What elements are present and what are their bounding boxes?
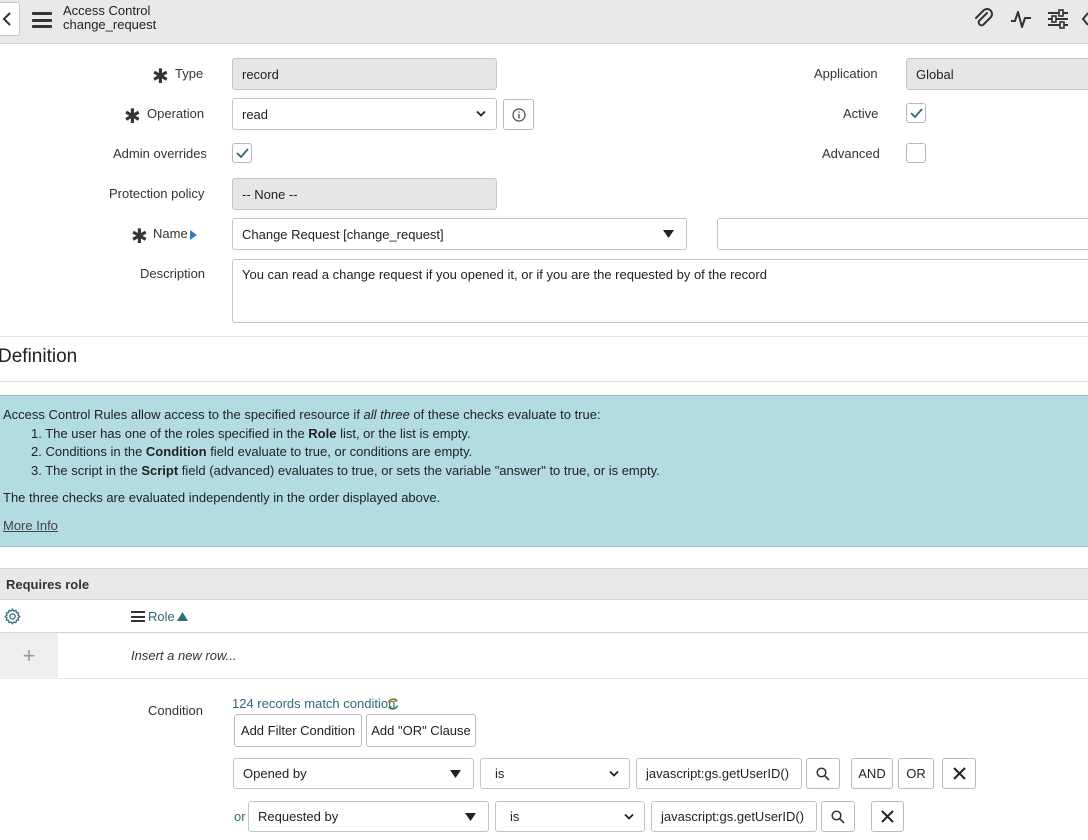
advanced-label: Advanced — [822, 146, 880, 161]
required-marker-icon: ✱ — [152, 66, 169, 88]
info-item: 1. The user has one of the roles specifi… — [31, 426, 471, 441]
name-field-input[interactable] — [717, 218, 1088, 250]
back-button[interactable] — [0, 2, 20, 36]
or-prefix-label: or — [234, 809, 246, 824]
checkmark-icon — [909, 108, 923, 118]
chevron-down-icon — [609, 770, 619, 777]
page-subtitle: change_request — [63, 17, 157, 32]
admin-overrides-label: Admin overrides — [113, 146, 207, 161]
condition-operator-select[interactable]: is — [480, 758, 630, 789]
required-marker-icon: ✱ — [124, 106, 141, 128]
back-icon — [2, 12, 11, 26]
info-item: 2. Conditions in the Condition field eva… — [31, 444, 473, 459]
role-column-header[interactable]: Role — [148, 609, 175, 624]
name-value: Change Request [change_request] — [242, 226, 444, 242]
checkmark-icon — [235, 148, 249, 158]
add-filter-condition-button[interactable]: Add Filter Condition — [234, 714, 362, 747]
protection-policy-label: Protection policy — [109, 186, 205, 201]
operation-value: read — [242, 106, 269, 122]
info-icon — [511, 107, 526, 122]
condition-field-value: Opened by — [243, 766, 307, 781]
page-title: Access Control — [63, 3, 151, 18]
close-icon — [952, 767, 966, 780]
condition-value-input[interactable]: javascript:gs.getUserID() — [651, 801, 817, 832]
chevron-down-icon — [476, 110, 486, 117]
more-icon[interactable] — [1080, 8, 1088, 30]
requires-role-header: Requires role — [0, 568, 1088, 600]
type-label: Type — [175, 66, 204, 81]
admin-overrides-checkbox[interactable] — [232, 143, 252, 163]
records-match-link[interactable]: 124 records match condition — [232, 696, 395, 711]
lookup-button[interactable] — [806, 758, 840, 789]
search-icon — [816, 766, 830, 781]
condition-operator-value: is — [495, 766, 505, 781]
plus-icon[interactable]: + — [0, 633, 58, 679]
more-info-link[interactable]: More Info — [3, 518, 58, 533]
protection-policy-field[interactable]: -- None -- — [232, 178, 497, 210]
remove-condition-button[interactable] — [871, 801, 904, 832]
insert-row-placeholder[interactable]: Insert a new row... — [131, 648, 237, 663]
application-field[interactable]: Global — [906, 58, 1088, 90]
name-select[interactable]: Change Request [change_request] — [232, 218, 687, 250]
lookup-button[interactable] — [821, 801, 855, 832]
search-icon — [831, 809, 845, 824]
activity-icon[interactable] — [1009, 8, 1033, 30]
info-item: 3. The script in the Script field (advan… — [31, 463, 660, 478]
sort-ascending-icon[interactable] — [177, 612, 188, 621]
description-textarea[interactable]: You can read a change request if you ope… — [232, 259, 1088, 323]
advanced-checkbox[interactable] — [906, 143, 926, 163]
info-button[interactable] — [503, 99, 534, 130]
name-label: Name — [153, 226, 188, 241]
caret-right-icon[interactable] — [190, 230, 197, 240]
form-header: Access Control change_request — [0, 0, 1088, 44]
condition-field-select[interactable]: Opened by — [233, 758, 474, 789]
condition-value-input[interactable]: javascript:gs.getUserID() — [636, 758, 802, 789]
and-button[interactable]: AND — [851, 758, 893, 789]
active-checkbox[interactable] — [906, 103, 926, 123]
operation-label: Operation — [147, 106, 205, 121]
chevron-down-icon — [624, 813, 634, 820]
add-or-clause-button[interactable]: Add "OR" Clause — [366, 714, 476, 747]
attachment-icon[interactable] — [972, 8, 996, 30]
info-intro: Access Control Rules allow access to the… — [3, 407, 601, 422]
or-button[interactable]: OR — [898, 758, 934, 789]
close-icon — [881, 810, 894, 823]
caret-down-icon — [465, 812, 476, 821]
remove-condition-button[interactable] — [942, 758, 976, 789]
info-footer: The three checks are evaluated independe… — [3, 490, 441, 505]
caret-down-icon — [663, 230, 674, 238]
condition-label: Condition — [148, 703, 203, 718]
condition-field-select[interactable]: Requested by — [248, 801, 489, 832]
divider — [0, 381, 1088, 382]
description-label: Description — [140, 266, 206, 281]
condition-operator-value: is — [510, 809, 520, 824]
active-label: Active — [843, 106, 879, 121]
role-list-header: Role — [0, 600, 1088, 633]
menu-icon[interactable] — [32, 12, 52, 28]
application-label: Application — [814, 66, 878, 81]
gear-icon[interactable] — [4, 608, 21, 625]
column-menu-icon[interactable] — [131, 611, 145, 622]
condition-operator-select[interactable]: is — [495, 801, 645, 832]
operation-select[interactable]: read — [232, 98, 497, 130]
condition-field-value: Requested by — [258, 809, 339, 824]
settings-sliders-icon[interactable] — [1046, 8, 1070, 30]
required-marker-icon: ✱ — [131, 226, 148, 248]
definition-title: Definition — [0, 346, 78, 367]
caret-down-icon — [450, 769, 461, 778]
type-field[interactable]: record — [232, 58, 497, 90]
info-message-box: Access Control Rules allow access to the… — [0, 395, 1088, 547]
refresh-icon[interactable] — [386, 697, 400, 711]
insert-row[interactable]: + Insert a new row... — [0, 633, 1088, 679]
divider — [0, 336, 1088, 337]
